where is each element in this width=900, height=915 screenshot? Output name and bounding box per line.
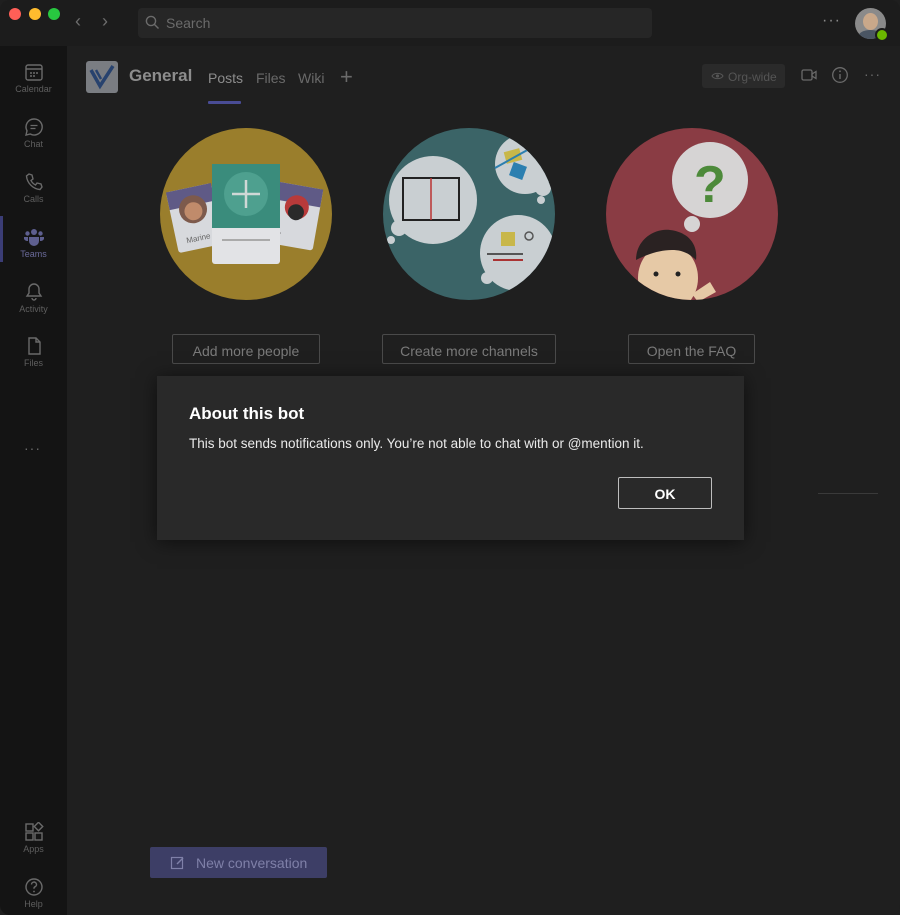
rail-label-help: Help: [24, 899, 43, 909]
bell-icon: [25, 283, 42, 301]
faq-illustration: ?: [606, 128, 778, 300]
team-logo: [86, 61, 118, 93]
apps-icon: [24, 822, 44, 841]
rail-label-apps: Apps: [23, 844, 44, 854]
rail-label-calendar: Calendar: [15, 84, 52, 94]
create-channels-illustration: [383, 128, 555, 300]
rail-label-files: Files: [23, 358, 43, 368]
new-conversation-label: New conversation: [196, 855, 308, 871]
avatar-face: [863, 13, 878, 30]
rail-item-chat[interactable]: Chat: [0, 111, 67, 159]
teams-window: ‹ › Search ··· Calendar Chat Calls Teams…: [0, 0, 900, 915]
channel-more-icon[interactable]: ···: [864, 66, 881, 82]
app-rail: Calendar Chat Calls Teams Activity Files…: [0, 46, 67, 915]
divider: [818, 493, 878, 494]
add-more-people-button[interactable]: Add more people: [172, 334, 320, 364]
search-input[interactable]: Search: [138, 8, 652, 38]
dialog-body: This bot sends notifications only. You’r…: [189, 436, 644, 451]
eye-icon: [711, 72, 724, 80]
active-tab-indicator: [208, 101, 241, 104]
about-bot-dialog: About this bot This bot sends notificati…: [157, 376, 744, 540]
calendar-icon: [24, 64, 43, 81]
orgwide-label: Org-wide: [728, 70, 777, 84]
file-icon: [27, 337, 41, 355]
title-bar: ‹ › Search ···: [0, 0, 900, 46]
tab-posts[interactable]: Posts: [208, 70, 243, 86]
phone-icon: [25, 173, 43, 191]
rail-item-teams[interactable]: Teams: [0, 221, 67, 269]
orgwide-badge[interactable]: Org-wide: [702, 64, 785, 88]
rail-label-teams: Teams: [20, 249, 47, 259]
add-people-illustration: Marine ly: [160, 128, 332, 300]
rail-label-chat: Chat: [23, 139, 43, 149]
search-placeholder: Search: [166, 15, 211, 31]
search-icon: [145, 15, 159, 29]
back-arrow-icon[interactable]: ‹: [68, 11, 88, 31]
rail-label-calls: Calls: [23, 194, 44, 204]
forward-arrow-icon[interactable]: ›: [95, 11, 115, 31]
compose-icon: [170, 856, 184, 870]
rail-item-activity[interactable]: Activity: [0, 276, 67, 324]
teams-icon: [23, 229, 44, 246]
chat-icon: [24, 118, 43, 136]
tab-wiki[interactable]: Wiki: [298, 70, 324, 86]
rail-item-calendar[interactable]: Calendar: [0, 56, 67, 104]
help-icon: [24, 878, 43, 896]
settings-more-icon[interactable]: ···: [822, 12, 841, 30]
rail-label-activity: Activity: [19, 304, 48, 314]
minimize-window-button[interactable]: [29, 8, 41, 20]
info-icon[interactable]: [831, 66, 849, 84]
close-window-button[interactable]: [9, 8, 21, 20]
dialog-title: About this bot: [189, 404, 305, 423]
channel-title: General: [129, 66, 193, 85]
tab-files[interactable]: Files: [256, 70, 286, 86]
presence-available-icon: [875, 28, 889, 42]
open-faq-button[interactable]: Open the FAQ: [628, 334, 755, 364]
rail-item-calls[interactable]: Calls: [0, 166, 67, 214]
rail-item-apps[interactable]: Apps: [0, 816, 67, 864]
new-conversation-button[interactable]: New conversation: [150, 847, 327, 878]
add-tab-icon[interactable]: +: [340, 64, 353, 90]
zoom-window-button[interactable]: [48, 8, 60, 20]
question-mark-icon: ?: [694, 156, 726, 214]
ok-button[interactable]: OK: [618, 477, 712, 509]
rail-item-help[interactable]: Help: [0, 871, 67, 915]
meet-video-icon[interactable]: [800, 66, 818, 84]
more-apps-icon[interactable]: ···: [24, 440, 41, 456]
create-more-channels-button[interactable]: Create more channels: [382, 334, 556, 364]
rail-item-files[interactable]: Files: [0, 330, 67, 378]
